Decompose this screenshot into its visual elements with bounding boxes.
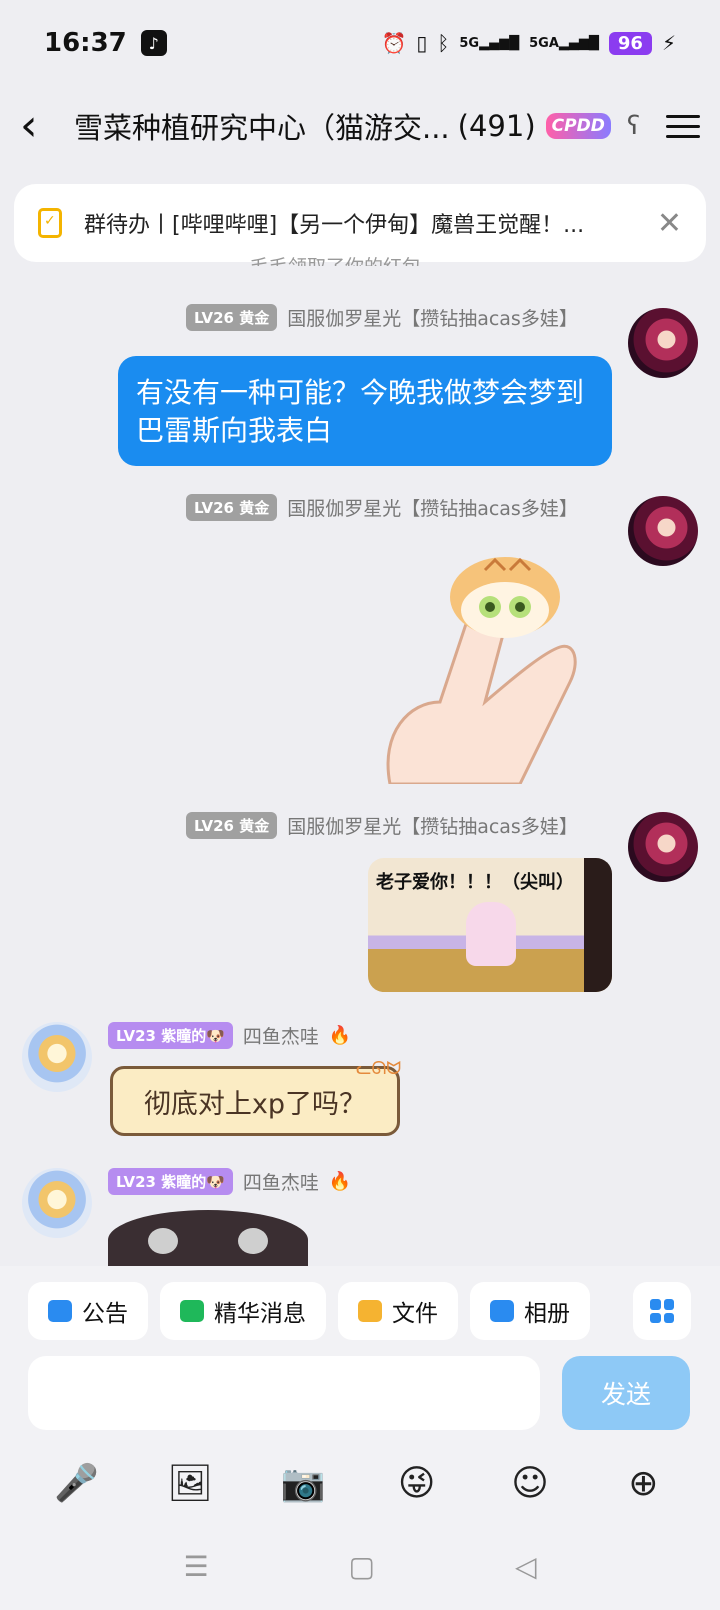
apps-grid-button[interactable] xyxy=(633,1282,691,1340)
grid-icon xyxy=(650,1299,674,1323)
image-caption: 老子爱你！！！（尖叫） xyxy=(376,872,574,893)
chip-label: 公告 xyxy=(82,1301,128,1327)
input-toolbar: 🎤 🖼 📷 😜 ☺ ⊕ xyxy=(0,1446,720,1520)
folder-icon xyxy=(358,1300,382,1322)
sender-name: 国服伽罗星光【攒钻抽acas多娃】 xyxy=(287,308,578,330)
image-edge xyxy=(584,858,612,992)
sticker-face-icon[interactable]: 😜 xyxy=(387,1463,447,1504)
signal-5ga-icon: 5GA▂▄▆█ xyxy=(529,35,599,51)
level-badge: LV23 紫瞳的🐶 xyxy=(108,1168,233,1195)
essence-icon xyxy=(180,1300,204,1322)
ear-icon[interactable]: ʕ xyxy=(627,111,640,141)
todo-clipboard-icon xyxy=(38,208,62,238)
bluetooth-icon: ᛒ xyxy=(437,31,450,55)
chip-announcement[interactable]: 公告 xyxy=(28,1282,148,1340)
chip-label: 相册 xyxy=(524,1301,570,1327)
chip-label: 精华消息 xyxy=(214,1301,306,1327)
level-badge: LV23 紫瞳的🐶 xyxy=(108,1022,233,1049)
avatar[interactable] xyxy=(22,1168,92,1238)
avatar[interactable] xyxy=(628,308,698,378)
charging-icon: ⚡ xyxy=(661,31,676,55)
status-bar: 16:37 ♪ ⏰ ▯ ᛒ 5G▂▄▆█ 5GA▂▄▆█ 96 ⚡ xyxy=(0,0,720,86)
message-sender-line: LV26 黄金 国服伽罗星光【攒钻抽acas多娃】 xyxy=(186,304,578,331)
microphone-icon[interactable]: 🎤 xyxy=(47,1462,107,1504)
back-chevron-icon[interactable]: ‹ xyxy=(20,104,64,148)
announcement-icon xyxy=(48,1300,72,1322)
status-icons: ⏰ ▯ ᛒ 5G▂▄▆█ 5GA▂▄▆█ 96 ⚡ xyxy=(381,31,676,55)
message-bubble[interactable]: 有没有一种可能？今晚我做梦会梦到巴雷斯向我表白 xyxy=(118,356,612,466)
member-count: (491) xyxy=(457,109,536,143)
chip-album[interactable]: 相册 xyxy=(470,1282,590,1340)
close-icon[interactable]: ✕ xyxy=(657,206,682,241)
level-badge: LV26 黄金 xyxy=(186,304,278,331)
cat-ears-icon: ᓚᘏᗢ xyxy=(356,1058,402,1079)
todo-text: 群待办丨[哔哩哔哩]【另一个伊甸】魔兽王觉醒！... xyxy=(84,213,585,238)
send-button[interactable]: 发送 xyxy=(562,1356,690,1430)
image-message[interactable]: 老子爱你！！！（尖叫） xyxy=(368,858,612,992)
status-time: 16:37 xyxy=(44,28,127,58)
sender-name: 四鱼杰哇 xyxy=(242,1026,319,1048)
fire-icon: 🔥 xyxy=(328,1025,352,1046)
level-badge: LV26 黄金 xyxy=(186,494,278,521)
group-title[interactable]: 雪菜种植研究中心（猫游交... xyxy=(74,105,450,147)
quick-chips: 公告 精华消息 文件 相册 xyxy=(28,1282,590,1340)
plus-circle-icon[interactable]: ⊕ xyxy=(613,1463,673,1504)
chip-label: 文件 xyxy=(392,1301,438,1327)
recents-icon[interactable]: ☰ xyxy=(183,1550,208,1583)
sender-name: 国服伽罗星光【攒钻抽acas多娃】 xyxy=(287,498,578,520)
emoji-icon[interactable]: ☺ xyxy=(500,1463,560,1504)
fire-icon: 🔥 xyxy=(328,1171,352,1192)
sender-name: 四鱼杰哇 xyxy=(242,1172,319,1194)
avatar[interactable] xyxy=(22,1022,92,1092)
chat-header: ‹ 雪菜种植研究中心（猫游交... (491) CPDD ʕ xyxy=(0,90,720,162)
system-note: 毛毛领取了你的红包 xyxy=(250,252,421,266)
system-nav-bar: ☰ ▢ ◁ xyxy=(0,1536,720,1596)
vibrate-icon: ▯ xyxy=(416,31,428,55)
home-icon[interactable]: ▢ xyxy=(349,1550,375,1583)
message-sender-line: LV26 黄金 国服伽罗星光【攒钻抽acas多娃】 xyxy=(186,494,578,521)
sender-name: 国服伽罗星光【攒钻抽acas多娃】 xyxy=(287,816,578,838)
image-icon[interactable]: 🖼 xyxy=(160,1462,220,1504)
chip-files[interactable]: 文件 xyxy=(338,1282,458,1340)
album-icon xyxy=(490,1300,514,1322)
message-sender-line: LV23 紫瞳的🐶 四鱼杰哇 🔥 xyxy=(108,1022,351,1049)
message-sender-line: LV23 紫瞳的🐶 四鱼杰哇 🔥 xyxy=(108,1168,351,1195)
menu-icon[interactable] xyxy=(666,108,700,145)
ghost-cat-figure xyxy=(466,902,516,966)
cpdd-badge[interactable]: CPDD xyxy=(545,113,611,139)
message-input[interactable] xyxy=(28,1356,540,1430)
group-todo-banner[interactable]: 群待办丨[哔哩哔哩]【另一个伊甸】魔兽王觉醒！... ✕ xyxy=(14,184,706,262)
level-badge: LV26 黄金 xyxy=(186,812,278,839)
chip-essence[interactable]: 精华消息 xyxy=(160,1282,326,1340)
back-icon[interactable]: ◁ xyxy=(515,1550,537,1583)
signal-5g-icon: 5G▂▄▆█ xyxy=(459,35,520,51)
cat-finger-sticker[interactable] xyxy=(370,552,620,784)
tiktok-icon: ♪ xyxy=(140,30,167,56)
dark-creature-sticker[interactable] xyxy=(108,1210,308,1270)
alarm-icon: ⏰ xyxy=(381,31,407,55)
camera-icon[interactable]: 📷 xyxy=(273,1462,333,1504)
avatar[interactable] xyxy=(628,496,698,566)
avatar[interactable] xyxy=(628,812,698,882)
message-sender-line: LV26 黄金 国服伽罗星光【攒钻抽acas多娃】 xyxy=(186,812,578,839)
battery-level: 96 xyxy=(608,31,652,55)
